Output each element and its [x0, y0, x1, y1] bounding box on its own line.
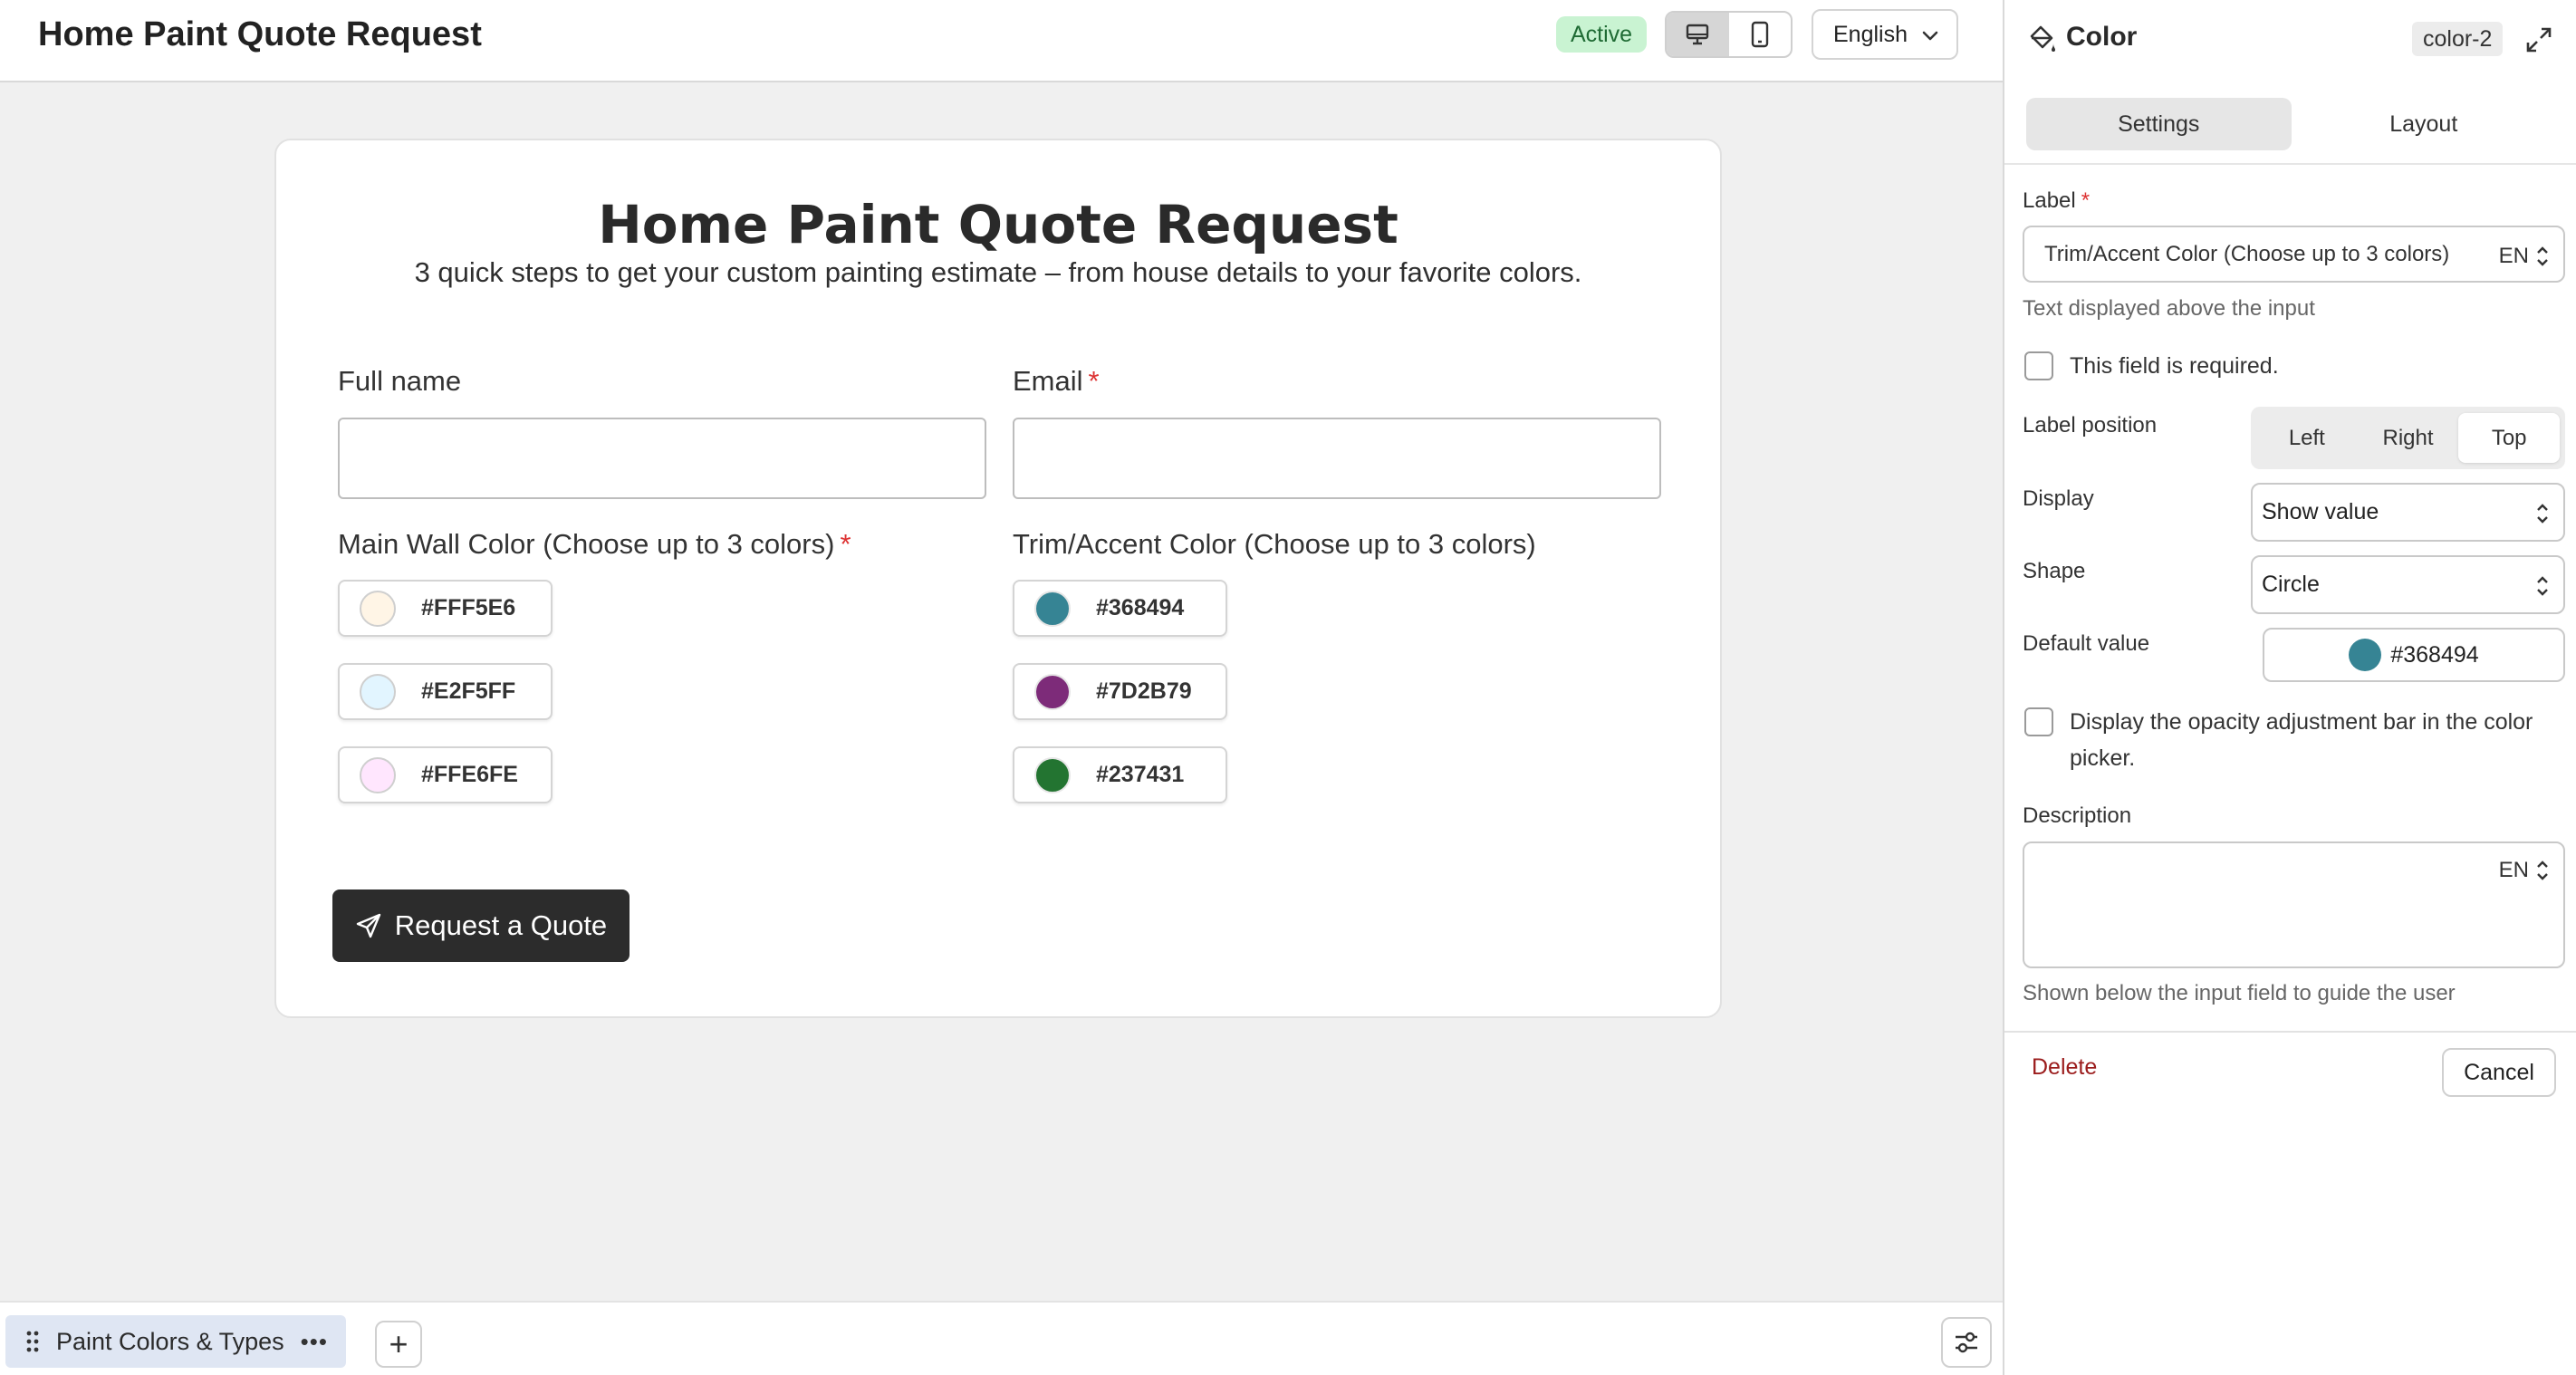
desktop-view-button[interactable]	[1667, 13, 1729, 56]
form-canvas: Home Paint Quote Request 3 quick steps t…	[0, 82, 2003, 1301]
default-color-picker[interactable]: #368494	[2263, 628, 2565, 682]
label-input[interactable]: Trim/Accent Color (Choose up to 3 colors…	[2023, 226, 2565, 283]
mobile-icon	[1751, 21, 1768, 48]
trim-color-3[interactable]: #237431	[1013, 746, 1227, 803]
app-title: Home Paint Quote Request	[38, 15, 482, 53]
page-tab-label: Paint Colors & Types	[56, 1327, 284, 1355]
label-position-left[interactable]: Left	[2256, 413, 2358, 463]
expand-icon[interactable]	[2524, 25, 2553, 54]
display-value: Show value	[2262, 499, 2379, 524]
form-subtitle[interactable]: 3 quick steps to get your custom paintin…	[276, 255, 1720, 291]
label-language[interactable]: EN	[2499, 244, 2529, 269]
color-hex: #237431	[1096, 762, 1185, 787]
main-wall-color-2[interactable]: #E2F5FF	[338, 663, 553, 720]
form-card: Home Paint Quote Request 3 quick steps t…	[274, 139, 1722, 1018]
trim-color-1[interactable]: #368494	[1013, 580, 1227, 637]
divider	[2004, 163, 2576, 165]
page-bar: Paint Colors & Types ••• +	[0, 1301, 2003, 1375]
trim-color-2[interactable]: #7D2B79	[1013, 663, 1227, 720]
display-label: Display	[2023, 486, 2094, 511]
opacity-checkbox-label[interactable]: Display the opacity adjustment bar in th…	[2070, 704, 2533, 776]
page-tab-paint-colors[interactable]: Paint Colors & Types •••	[5, 1315, 346, 1368]
label-position-right[interactable]: Right	[2358, 413, 2459, 463]
description-textarea[interactable]: EN	[2023, 841, 2565, 968]
delete-button[interactable]: Delete	[2032, 1054, 2097, 1081]
color-swatch	[1034, 590, 1071, 627]
color-hex: #FFE6FE	[421, 762, 518, 787]
device-view-toggle	[1665, 11, 1793, 58]
chevron-updown-icon	[2537, 504, 2548, 524]
main-wall-color-3[interactable]: #FFE6FE	[338, 746, 553, 803]
label-position-label: Label position	[2023, 413, 2158, 438]
drag-handle-icon[interactable]	[25, 1330, 40, 1353]
full-name-label: Full name	[338, 365, 462, 397]
email-label: Email *	[1013, 365, 1100, 397]
top-bar: Home Paint Quote Request Active English	[0, 0, 2003, 82]
color-swatch	[360, 756, 396, 793]
trim-color-label: Trim/Accent Color (Choose up to 3 colors…	[1013, 528, 1536, 560]
color-swatch	[1034, 673, 1071, 710]
status-badge[interactable]: Active	[1556, 16, 1648, 53]
default-value-label: Default value	[2023, 631, 2150, 656]
send-icon	[356, 913, 380, 938]
description-language[interactable]: EN	[2499, 858, 2529, 883]
required-mark: *	[1088, 365, 1100, 397]
main-wall-color-1[interactable]: #FFF5E6	[338, 580, 553, 637]
chevron-updown-icon	[2537, 246, 2548, 266]
panel-tabs: Settings Layout	[2026, 98, 2556, 150]
label-position-segmented: Left Right Top	[2251, 407, 2565, 469]
request-quote-label: Request a Quote	[394, 909, 608, 941]
shape-select[interactable]: Circle	[2251, 555, 2565, 614]
language-select[interactable]: English	[1812, 9, 1958, 60]
default-color-value: #368494	[2390, 641, 2479, 668]
shape-label: Shape	[2023, 559, 2086, 583]
color-hex: #368494	[1096, 595, 1185, 620]
more-options-icon[interactable]: •••	[301, 1328, 328, 1356]
description-label: Description	[2023, 803, 2132, 828]
panel-title: Color	[2066, 22, 2138, 52]
label-position-top[interactable]: Top	[2458, 413, 2561, 463]
cancel-button[interactable]: Cancel	[2442, 1048, 2556, 1097]
chevron-updown-icon	[2537, 861, 2548, 880]
form-title[interactable]: Home Paint Quote Request	[276, 193, 1720, 256]
field-id-badge: color-2	[2412, 22, 2504, 56]
desktop-icon	[1687, 24, 1709, 45]
required-mark: *	[840, 528, 851, 560]
label-input-value: Trim/Accent Color (Choose up to 3 colors…	[2044, 241, 2450, 266]
request-quote-button[interactable]: Request a Quote	[332, 889, 630, 962]
email-input[interactable]	[1013, 418, 1661, 499]
color-swatch	[360, 590, 396, 627]
full-name-input[interactable]	[338, 418, 986, 499]
required-mark: *	[2081, 188, 2091, 213]
color-hex: #FFF5E6	[421, 595, 516, 620]
color-swatch	[2349, 639, 2382, 671]
mobile-view-button[interactable]	[1729, 13, 1792, 56]
tab-layout[interactable]: Layout	[2292, 98, 2557, 150]
paint-bucket-icon	[2030, 25, 2055, 52]
panel-header: Color color-2	[2004, 0, 2576, 80]
add-page-button[interactable]: +	[375, 1321, 422, 1368]
color-hex: #E2F5FF	[421, 678, 516, 704]
form-settings-button[interactable]	[1941, 1317, 1992, 1368]
opacity-checkbox[interactable]	[2024, 707, 2053, 736]
sliders-icon	[1956, 1332, 1977, 1353]
main-wall-color-label: Main Wall Color (Choose up to 3 colors) *	[338, 528, 851, 560]
required-checkbox-label[interactable]: This field is required.	[2070, 348, 2279, 384]
field-settings-panel: Color color-2 Settings Layout Label * Tri…	[2003, 0, 2576, 1375]
color-hex: #7D2B79	[1096, 678, 1192, 704]
color-swatch	[360, 673, 396, 710]
shape-value: Circle	[2262, 572, 2320, 597]
description-help-text: Shown below the input field to guide the…	[2023, 981, 2456, 1005]
label-field-label: Label *	[2023, 188, 2091, 213]
display-select[interactable]: Show value	[2251, 483, 2565, 542]
color-swatch	[1034, 756, 1071, 793]
chevron-updown-icon	[2537, 576, 2548, 596]
divider	[2004, 1031, 2576, 1033]
chevron-down-icon	[1922, 31, 1938, 41]
required-checkbox[interactable]	[2024, 351, 2053, 380]
language-value: English	[1833, 21, 1908, 47]
label-help-text: Text displayed above the input	[2023, 296, 2315, 321]
tab-settings[interactable]: Settings	[2026, 98, 2292, 150]
